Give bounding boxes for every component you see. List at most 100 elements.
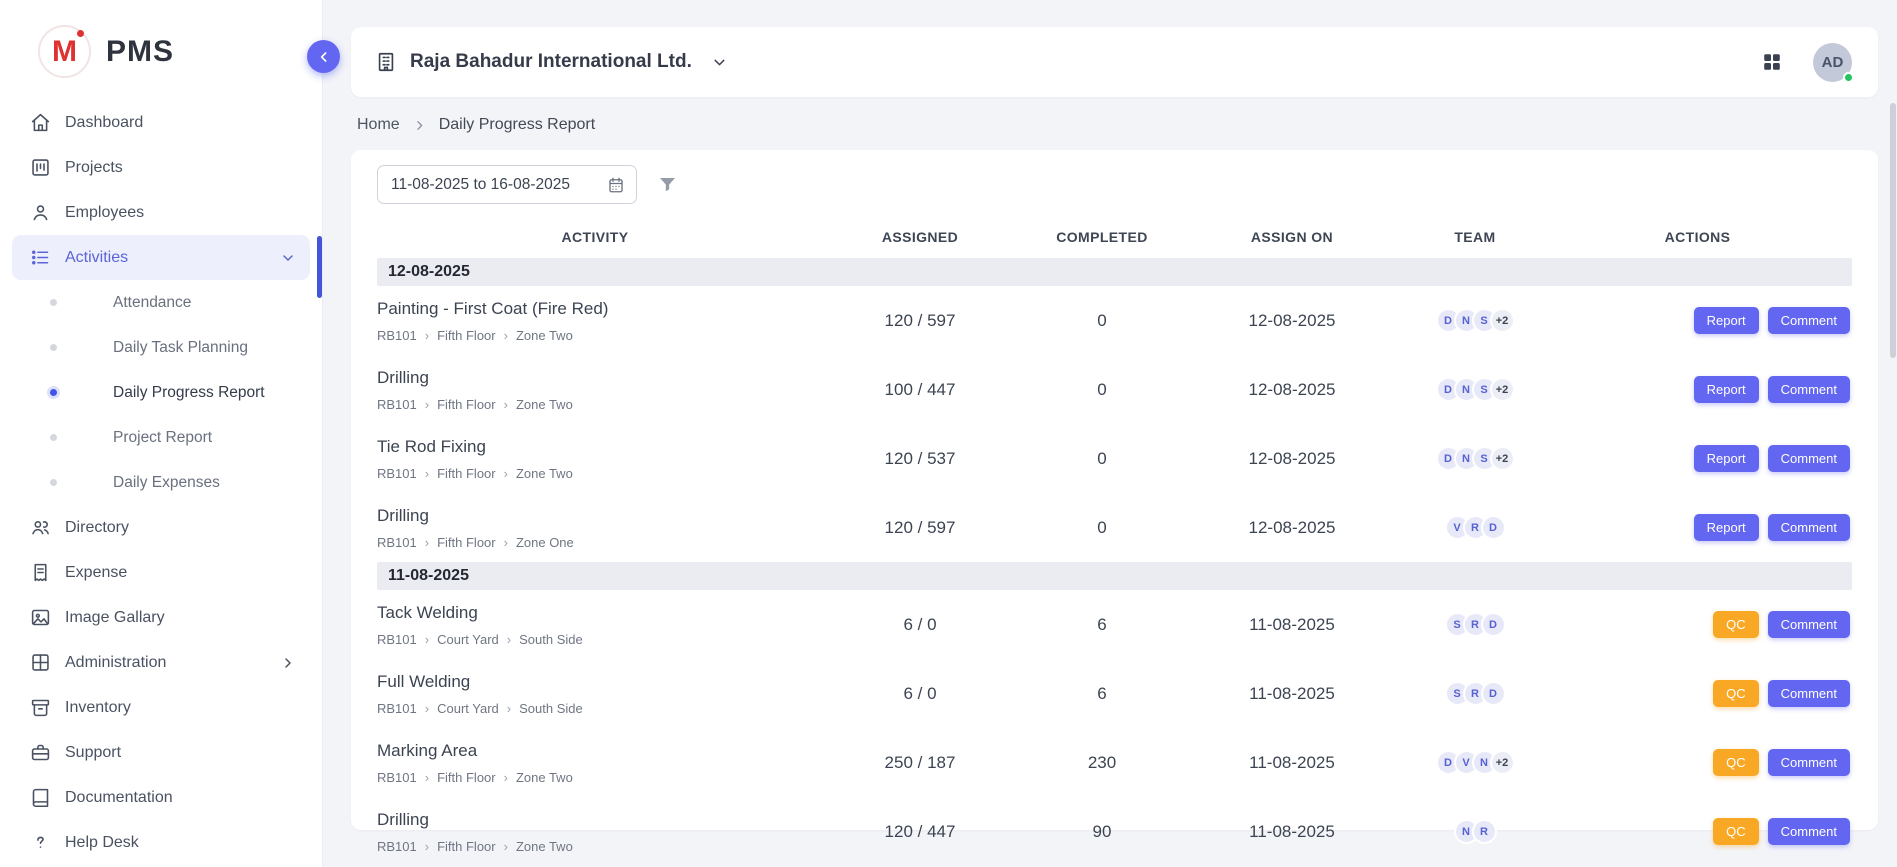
actions-cell: Report Comment: [1543, 307, 1852, 334]
sidebar-item-administration[interactable]: Administration: [12, 640, 310, 685]
path-segment: RB101: [377, 770, 417, 785]
path-segment: Court Yard: [437, 701, 499, 716]
completed-value: 0: [1027, 518, 1177, 538]
bullet-icon: [50, 434, 57, 441]
report-button[interactable]: Report: [1694, 514, 1759, 541]
company-name: Raja Bahadur International Ltd.: [410, 51, 692, 73]
table-row: Tack WeldingRB101›Court Yard›South Side6…: [377, 590, 1852, 659]
sidebar-item-projects[interactable]: Projects: [12, 145, 310, 190]
actions-cell: Report Comment: [1543, 376, 1852, 403]
team-extra-badge: +2: [1490, 377, 1515, 402]
path-segment: RB101: [377, 632, 417, 647]
sidebar-item-image-gallary[interactable]: Image Gallary: [12, 595, 310, 640]
activity-cell: DrillingRB101›Fifth Floor›Zone Two: [377, 810, 813, 854]
main-area: Raja Bahadur International Ltd. AD Home …: [323, 0, 1897, 867]
sidebar-subitem-project-report[interactable]: Project Report: [12, 415, 310, 460]
path-segment: RB101: [377, 397, 417, 412]
activity-cell: Marking AreaRB101›Fifth Floor›Zone Two: [377, 741, 813, 785]
app-logo: M PMS: [0, 0, 322, 100]
sidebar-nav: Dashboard ProjectsEmployeesActivitiesAtte…: [0, 100, 322, 865]
activity-title: Tie Rod Fixing: [377, 437, 813, 457]
bullet-icon: [50, 344, 57, 351]
table-row: Full WeldingRB101›Court Yard›South Side6…: [377, 659, 1852, 728]
qc-button[interactable]: QC: [1713, 611, 1759, 638]
assigned-value: 250 / 187: [813, 753, 1027, 773]
report-button[interactable]: Report: [1694, 307, 1759, 334]
comment-button[interactable]: Comment: [1768, 818, 1850, 845]
sidebar-subitem-label: Project Report: [113, 429, 212, 447]
bullet-icon: [50, 299, 57, 306]
sidebar-item-label: Documentation: [65, 789, 173, 807]
user-avatar[interactable]: AD: [1813, 43, 1852, 82]
breadcrumb-home-link[interactable]: Home: [357, 116, 400, 134]
team-cell: VRD: [1407, 515, 1543, 540]
chevron-down-icon: [280, 250, 296, 266]
team-cell: DNS+2: [1407, 446, 1543, 471]
sidebar-item-directory[interactable]: Directory: [12, 505, 310, 550]
sidebar-subitem-daily-expenses[interactable]: Daily Expenses: [12, 460, 310, 505]
page-scrollbar-thumb[interactable]: [1890, 103, 1896, 358]
sidebar-item-help-desk[interactable]: Help Desk: [12, 820, 310, 865]
sidebar-item-employees[interactable]: Employees: [12, 190, 310, 235]
company-selector[interactable]: Raja Bahadur International Ltd.: [375, 51, 728, 73]
activity-path: RB101›Fifth Floor›Zone One: [377, 535, 813, 550]
assigned-value: 120 / 597: [813, 518, 1027, 538]
sidebar-scrollbar-thumb[interactable]: [317, 236, 322, 298]
comment-button[interactable]: Comment: [1768, 376, 1850, 403]
sidebar-item-expense[interactable]: Expense: [12, 550, 310, 595]
assign-on-value: 12-08-2025: [1177, 518, 1407, 538]
table-row: Tie Rod FixingRB101›Fifth Floor›Zone Two…: [377, 424, 1852, 493]
sidebar-item-label: Administration: [65, 654, 166, 672]
sidebar-subitem-attendance[interactable]: Attendance: [12, 280, 310, 325]
group-date-header: 11-08-2025: [377, 562, 1852, 590]
table-body: 12-08-2025 Painting - First Coat (Fire Re…: [377, 258, 1852, 866]
help-icon: [30, 832, 51, 853]
sidebar-item-support[interactable]: Support: [12, 730, 310, 775]
activity-cell: DrillingRB101›Fifth Floor›Zone Two: [377, 368, 813, 412]
activity-path: RB101›Fifth Floor›Zone Two: [377, 839, 813, 854]
sidebar-item-inventory[interactable]: Inventory: [12, 685, 310, 730]
sidebar-item-label: Dashboard: [65, 114, 143, 132]
sidebar-collapse-button[interactable]: [307, 40, 340, 73]
table-row: DrillingRB101›Fifth Floor›Zone Two100 / …: [377, 355, 1852, 424]
comment-button[interactable]: Comment: [1768, 611, 1850, 638]
date-range-input[interactable]: 11-08-2025 to 16-08-2025: [377, 165, 637, 204]
column-header: ASSIGNED: [813, 229, 1027, 245]
comment-button[interactable]: Comment: [1768, 514, 1850, 541]
team-cell: DNS+2: [1407, 377, 1543, 402]
activity-cell: Painting - First Coat (Fire Red)RB101›Fi…: [377, 299, 813, 343]
report-button[interactable]: Report: [1694, 376, 1759, 403]
comment-button[interactable]: Comment: [1768, 307, 1850, 334]
sidebar-item-dashboard[interactable]: Dashboard: [12, 100, 310, 145]
topbar: Raja Bahadur International Ltd. AD: [351, 27, 1878, 97]
sidebar-subitem-daily-task-planning[interactable]: Daily Task Planning: [12, 325, 310, 370]
path-segment: RB101: [377, 328, 417, 343]
qc-button[interactable]: QC: [1713, 680, 1759, 707]
actions-cell: QC Comment: [1543, 749, 1852, 776]
report-button[interactable]: Report: [1694, 445, 1759, 472]
path-chevron-icon: ›: [425, 840, 429, 853]
comment-button[interactable]: Comment: [1768, 680, 1850, 707]
comment-button[interactable]: Comment: [1768, 749, 1850, 776]
qc-button[interactable]: QC: [1713, 818, 1759, 845]
column-header: ACTIONS: [1543, 229, 1852, 245]
path-chevron-icon: ›: [425, 398, 429, 411]
sidebar-item-documentation[interactable]: Documentation: [12, 775, 310, 820]
chevron-right-icon: [413, 119, 426, 132]
path-segment: South Side: [519, 632, 583, 647]
bullet-icon: [50, 389, 57, 396]
assign-on-value: 11-08-2025: [1177, 615, 1407, 635]
comment-button[interactable]: Comment: [1768, 445, 1850, 472]
online-status-dot: [1843, 72, 1854, 83]
sidebar-subitem-daily-progress-report[interactable]: Daily Progress Report: [12, 370, 310, 415]
sidebar-item-activities[interactable]: Activities: [12, 235, 310, 280]
filter-icon[interactable]: [657, 174, 678, 195]
assign-on-value: 11-08-2025: [1177, 753, 1407, 773]
assigned-value: 120 / 537: [813, 449, 1027, 469]
apps-grid-icon[interactable]: [1761, 51, 1783, 73]
assign-on-value: 12-08-2025: [1177, 380, 1407, 400]
team-member-badge: R: [1472, 819, 1497, 844]
sidebar: M PMS Dashboard ProjectsEmployeesActiviti…: [0, 0, 323, 867]
group-date-header: 12-08-2025: [377, 258, 1852, 286]
qc-button[interactable]: QC: [1713, 749, 1759, 776]
